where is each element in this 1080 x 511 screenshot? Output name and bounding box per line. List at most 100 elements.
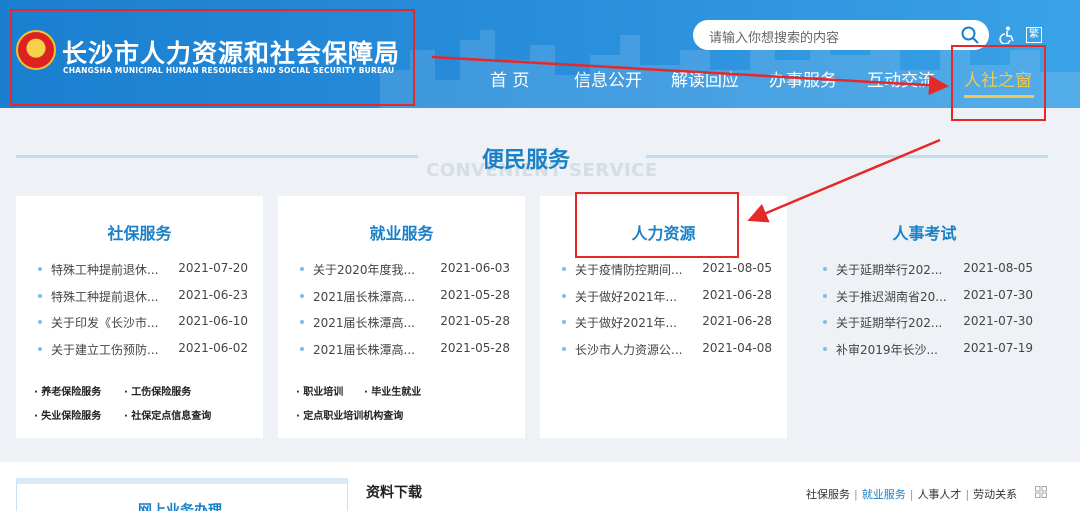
item-date: 2021-06-02 <box>178 341 248 355</box>
search-icon[interactable] <box>961 26 979 44</box>
item-date: 2021-07-19 <box>963 341 1033 355</box>
tab-separator: | <box>854 488 858 501</box>
item-date: 2021-07-30 <box>963 288 1033 302</box>
item-date: 2021-05-28 <box>440 314 510 328</box>
item-title[interactable]: 关于2020年度我... <box>313 261 415 278</box>
bullet-icon <box>562 294 566 298</box>
nav-services[interactable]: 办事服务 <box>769 66 837 91</box>
link-graduate-employment[interactable]: · 毕业生就业 <box>364 383 421 398</box>
accessibility-icon[interactable] <box>998 26 1016 44</box>
item-date: 2021-05-28 <box>440 288 510 302</box>
tab-social-insurance[interactable]: 社保服务 <box>806 488 850 501</box>
item-date: 2021-06-23 <box>178 288 248 302</box>
list-item[interactable]: 2021届长株潭高... 2021-05-28 <box>300 314 510 332</box>
bullet-icon <box>562 267 566 271</box>
item-title[interactable]: 关于做好2021年... <box>575 314 677 331</box>
site-logo-title[interactable]: 长沙市人力资源和社会保障局 <box>62 34 400 70</box>
nav-interpretation[interactable]: 解读回应 <box>671 66 739 91</box>
list-item[interactable]: 关于做好2021年... 2021-06-28 <box>562 314 772 332</box>
item-title[interactable]: 关于延期举行202... <box>836 314 942 331</box>
item-title[interactable]: 关于疫情防控期间... <box>575 261 682 278</box>
item-title[interactable]: 关于延期举行202... <box>836 261 942 278</box>
bullet-icon <box>823 267 827 271</box>
item-date: 2021-06-03 <box>440 261 510 275</box>
item-title[interactable]: 2021届长株潭高... <box>313 341 415 358</box>
list-item[interactable]: 关于推迟湖南省20... 2021-07-30 <box>823 288 1033 306</box>
item-title[interactable]: 特殊工种提前退休... <box>51 261 158 278</box>
bullet-icon <box>562 320 566 324</box>
download-tabs: 社保服务 | 就业服务 | 人事人才 | 劳动关系 <box>806 486 1017 502</box>
item-title[interactable]: 2021届长株潭高... <box>313 314 415 331</box>
list-item[interactable]: 补审2019年长沙... 2021-07-19 <box>823 341 1033 359</box>
bullet-icon <box>38 294 42 298</box>
list-item[interactable]: 特殊工种提前退休... 2021-06-23 <box>38 288 248 306</box>
section-divider-right <box>646 155 1048 158</box>
card-social-insurance: 社保服务 特殊工种提前退休... 2021-07-20 特殊工种提前退休... 20… <box>16 196 263 438</box>
list-item[interactable]: 关于延期举行202... 2021-07-30 <box>823 314 1033 332</box>
online-business-title[interactable]: 网上业务办理 <box>138 500 222 511</box>
item-title[interactable]: 补审2019年长沙... <box>836 341 938 358</box>
card-title[interactable]: 人事考试 <box>801 220 1048 244</box>
national-emblem-icon <box>16 30 56 70</box>
grid-more-icon[interactable] <box>1035 486 1047 498</box>
search-input[interactable]: 请输入你想搜索的内容 <box>709 27 839 46</box>
list-item[interactable]: 关于2020年度我... 2021-06-03 <box>300 261 510 279</box>
item-date: 2021-05-28 <box>440 341 510 355</box>
nav-home[interactable]: 首 页 <box>490 66 529 91</box>
link-insurance-location-query[interactable]: · 社保定点信息查询 <box>124 407 211 422</box>
item-title[interactable]: 关于印发《长沙市... <box>51 314 158 331</box>
link-pension-insurance[interactable]: · 养老保险服务 <box>34 383 101 398</box>
item-date: 2021-07-20 <box>178 261 248 275</box>
card-employment: 就业服务 关于2020年度我... 2021-06-03 2021届长株潭高...… <box>278 196 525 438</box>
item-date: 2021-06-28 <box>702 314 772 328</box>
section-divider-left <box>16 155 418 158</box>
tab-separator: | <box>965 488 970 501</box>
card-title[interactable]: 社保服务 <box>16 220 263 244</box>
item-date: 2021-07-30 <box>963 314 1033 328</box>
nav-info-public[interactable]: 信息公开 <box>574 66 642 91</box>
bullet-icon <box>300 267 304 271</box>
download-title: 资料下载 <box>366 485 422 501</box>
card-personnel-exam: 人事考试 关于延期举行202... 2021-08-05 关于推迟湖南省20...… <box>801 196 1048 438</box>
item-date: 2021-08-05 <box>963 261 1033 275</box>
card-title[interactable]: 就业服务 <box>278 220 525 244</box>
tab-employment[interactable]: 就业服务 <box>862 488 906 501</box>
bullet-icon <box>823 294 827 298</box>
bullet-icon <box>38 267 42 271</box>
item-date: 2021-06-28 <box>702 288 772 302</box>
item-title[interactable]: 2021届长株潭高... <box>313 288 415 305</box>
list-item[interactable]: 2021届长株潭高... 2021-05-28 <box>300 341 510 359</box>
bullet-icon <box>300 294 304 298</box>
link-unemployment-insurance[interactable]: · 失业保险服务 <box>34 407 101 422</box>
item-title[interactable]: 关于推迟湖南省20... <box>836 288 947 305</box>
list-item[interactable]: 关于延期举行202... 2021-08-05 <box>823 261 1033 279</box>
list-item[interactable]: 关于印发《长沙市... 2021-06-10 <box>38 314 248 332</box>
bullet-icon <box>300 320 304 324</box>
item-date: 2021-04-08 <box>702 341 772 355</box>
list-item[interactable]: 关于做好2021年... 2021-06-28 <box>562 288 772 306</box>
section-title: 便民服务 <box>482 148 571 173</box>
link-injury-insurance[interactable]: · 工伤保险服务 <box>124 383 191 398</box>
link-training-institution-query[interactable]: · 定点职业培训机构查询 <box>296 407 403 422</box>
list-item[interactable]: 关于疫情防控期间... 2021-08-05 <box>562 261 772 279</box>
item-title[interactable]: 特殊工种提前退休... <box>51 288 158 305</box>
item-title[interactable]: 长沙市人力资源公... <box>575 341 682 358</box>
link-vocational-training[interactable]: · 职业培训 <box>296 383 343 398</box>
list-item[interactable]: 特殊工种提前退休... 2021-07-20 <box>38 261 248 279</box>
tab-labor-relations[interactable]: 劳动关系 <box>973 488 1017 501</box>
item-title[interactable]: 关于建立工伤预防... <box>51 341 158 358</box>
bullet-icon <box>823 347 827 351</box>
nav-interaction[interactable]: 互动交流 <box>867 66 935 91</box>
list-item[interactable]: 2021届长株潭高... 2021-05-28 <box>300 288 510 306</box>
tab-personnel[interactable]: 人事人才 <box>917 488 961 501</box>
list-item[interactable]: 长沙市人力资源公... 2021-04-08 <box>562 341 772 359</box>
bullet-icon <box>38 347 42 351</box>
bullet-icon <box>562 347 566 351</box>
nav-highlight-box <box>951 45 1046 121</box>
bullet-icon <box>300 347 304 351</box>
item-title[interactable]: 关于做好2021年... <box>575 288 677 305</box>
traditional-chinese-toggle[interactable]: 繁 <box>1026 27 1042 43</box>
list-item[interactable]: 关于建立工伤预防... 2021-06-02 <box>38 341 248 359</box>
search-box[interactable]: 请输入你想搜索的内容 <box>693 20 989 50</box>
item-date: 2021-06-10 <box>178 314 248 328</box>
